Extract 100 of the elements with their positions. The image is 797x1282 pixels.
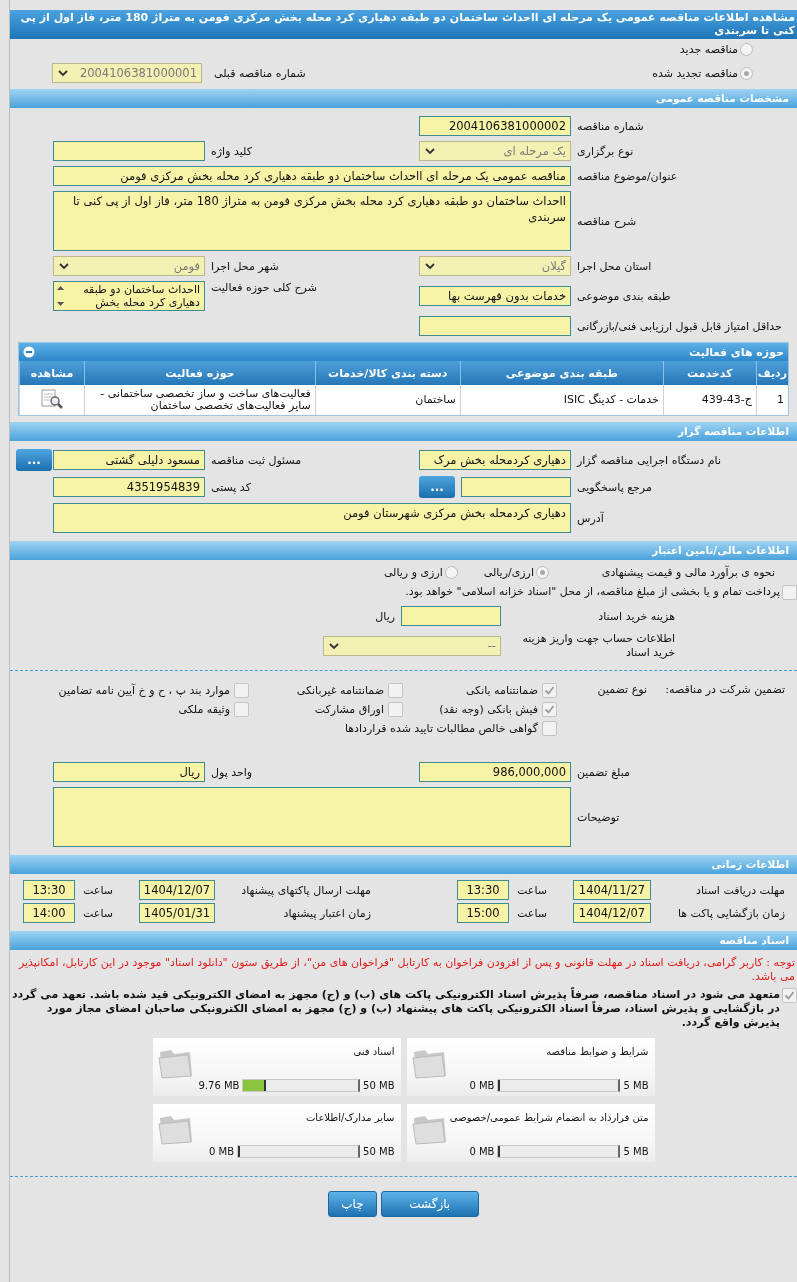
column-header: دسته بندی کالا/خدمات xyxy=(315,361,461,385)
date-field[interactable]: 1404/11/27 xyxy=(573,880,651,900)
text-field[interactable]: دهیاری کردمحله بخش مرک xyxy=(419,450,571,470)
text-field[interactable] xyxy=(461,477,571,497)
checkbox[interactable] xyxy=(234,702,249,717)
view-document-icon[interactable] xyxy=(40,387,64,410)
panel-title: حوزه های فعالیت xyxy=(689,345,784,359)
checkbox[interactable] xyxy=(782,988,797,1003)
caret-icon xyxy=(59,263,69,270)
time-field[interactable]: 13:30 xyxy=(457,880,509,900)
text-field[interactable] xyxy=(419,316,571,336)
table-cell: 1 xyxy=(756,385,788,415)
radio-button[interactable] xyxy=(740,66,753,80)
text-field[interactable]: 986,000,000 xyxy=(419,762,571,782)
column-header: حوزه فعالیت xyxy=(84,361,316,385)
field-label: حداقل امتیاز قابل قبول ارزیابی فنی/بازرگانی xyxy=(576,319,783,333)
field-label: ساعت xyxy=(516,906,548,920)
date-field[interactable]: 1404/12/07 xyxy=(573,903,651,923)
size-used: 0 MB xyxy=(469,1146,495,1157)
document-name: سایر مدارک/اطلاعات xyxy=(305,1111,395,1123)
dropdown[interactable]: گیلان xyxy=(419,256,571,276)
checkbox[interactable] xyxy=(234,683,249,698)
dropdown[interactable]: یک مرحله ای xyxy=(419,141,571,161)
text-area[interactable]: دهیاری کردمحله بخش مرکزی شهرستان فومن xyxy=(53,503,571,533)
time-field[interactable]: 13:30 xyxy=(23,880,75,900)
radio-label: ارزی/ریالی xyxy=(483,566,534,579)
table-cell: خدمات - کدینگ ISIC xyxy=(460,385,664,415)
text-area[interactable] xyxy=(53,787,571,847)
checkbox[interactable] xyxy=(388,702,403,717)
back-button[interactable]: بازگشت xyxy=(380,1191,479,1217)
caret-icon xyxy=(425,148,435,155)
table-cell: فعالیت‌های ساخت و ساز تخصصی ساختمانی - سایر فعالیت‌های تخصصی ساختمان xyxy=(84,385,316,415)
checkbox[interactable] xyxy=(388,683,403,698)
checkbox-label: گواهی خالص مطالبات تایید شده قراردادها xyxy=(344,722,538,735)
field-label: ساعت xyxy=(82,883,114,897)
radio-label: ارزی و ریالی xyxy=(383,566,443,579)
text-field[interactable] xyxy=(401,606,501,626)
size-limit: 5 MB xyxy=(623,1080,649,1091)
field-label: طبقه بندی موضوعی xyxy=(576,289,672,303)
field-label: آدرس xyxy=(576,511,605,525)
dropdown[interactable]: فومن xyxy=(53,256,205,276)
table-cell: ج-43-439 xyxy=(663,385,757,415)
dropdown[interactable]: -- xyxy=(323,636,501,656)
field-label: ساعت xyxy=(516,883,548,897)
text-field[interactable] xyxy=(53,141,205,161)
unit-label: ریال xyxy=(375,609,395,623)
checkbox[interactable] xyxy=(542,721,557,736)
print-button[interactable]: چاپ xyxy=(328,1191,377,1217)
checkbox[interactable] xyxy=(782,585,797,600)
dropdown[interactable]: 2004106381000001 xyxy=(52,63,202,83)
caret-icon xyxy=(58,70,68,77)
text-area[interactable]: ااحداث ساختمان دو طبقه دهیاری کرد محله بخش مرکزی فومن به متراژ 180 متر، فاز اول از پی کنی تا سربندی xyxy=(53,191,571,251)
field-label: مبلغ تضمین xyxy=(576,765,631,779)
column-header: کدخدمت xyxy=(663,361,757,385)
field-label: مهلت دریافت اسناد xyxy=(695,883,786,897)
checkbox-label: فیش بانکی (وجه نقد) xyxy=(439,703,538,716)
time-field[interactable]: 14:00 xyxy=(23,903,75,923)
field-label: واحد پول xyxy=(210,765,254,779)
size-used: 0 MB xyxy=(469,1080,495,1091)
field-label: عنوان/موضوع مناقصه xyxy=(576,169,679,183)
text-field[interactable]: 4351954839 xyxy=(53,477,205,497)
list-box[interactable]: ااحداث ساختمان دو طبقه دهیاری کرد محله بخش xyxy=(53,281,205,311)
section-header: مشخصات مناقصه عمومی xyxy=(10,89,797,108)
text-field[interactable]: خدمات بدون فهرست بها xyxy=(419,286,571,306)
field-label: کد پستی xyxy=(210,480,252,494)
text-field[interactable]: مسعود دلیلی گشتی xyxy=(53,450,205,470)
column-header: ردیف xyxy=(756,361,788,385)
text-field[interactable]: 2004106381000002 xyxy=(419,116,571,136)
browse-button[interactable]: ... xyxy=(16,449,52,471)
radio-button[interactable] xyxy=(740,43,753,56)
radio-button[interactable] xyxy=(444,566,458,579)
document-name: شرایط و ضوابط مناقصه xyxy=(546,1045,649,1057)
radio-button[interactable] xyxy=(536,566,549,579)
section-header: اطلاعات مناقصه گزار xyxy=(10,422,797,441)
text-field[interactable]: ریال xyxy=(53,762,205,782)
checkbox-label: اوراق مشارکت xyxy=(314,703,384,716)
field-label: شهر محل اجرا xyxy=(210,259,280,273)
checkbox[interactable] xyxy=(542,702,557,717)
date-field[interactable]: 1405/01/31 xyxy=(139,903,215,923)
notice-text: توجه : کاربر گرامی، دریافت اسناد در مهلت قانونی و پس از افزودن فراخوان به کارتابل "فراخوان های من"، از طریق ستون "دانلود اسناد" موجود در این کارتابل، امکانپذیر می باشد. xyxy=(17,956,795,984)
checkbox[interactable] xyxy=(542,683,557,698)
size-limit: 5 MB xyxy=(623,1146,649,1157)
caret-icon xyxy=(329,643,339,650)
collapse-icon[interactable] xyxy=(23,346,35,358)
field-label: زمان بازگشایی پاکت ها xyxy=(676,906,786,920)
size-limit: 50 MB xyxy=(363,1146,395,1157)
text-field[interactable]: مناقصه عمومی یک مرحله ای ااحداث ساختمان دو طبقه دهیاری کرد محله بخش مرکزی فومن xyxy=(53,166,571,186)
checkbox-label: ضمانتنامه بانکی xyxy=(465,684,538,697)
size-limit: 50 MB xyxy=(363,1080,395,1091)
column-header: طبقه بندی موضوعی xyxy=(460,361,664,385)
date-field[interactable]: 1404/12/07 xyxy=(139,880,215,900)
time-field[interactable]: 15:00 xyxy=(457,903,509,923)
checkbox-label: ضمانتنامه غیربانکی xyxy=(296,684,384,697)
radio-label: مناقصه تجدید شده xyxy=(652,66,738,80)
field-label: نوع برگزاری xyxy=(576,144,635,158)
table-cell: ساختمان xyxy=(315,385,461,415)
size-used: 0 MB xyxy=(209,1146,235,1157)
checkbox-label: وثیقه ملکی xyxy=(178,703,230,716)
browse-button[interactable]: ... xyxy=(419,476,455,498)
field-label: مهلت ارسال پاکتهای پیشنهاد xyxy=(240,883,372,897)
